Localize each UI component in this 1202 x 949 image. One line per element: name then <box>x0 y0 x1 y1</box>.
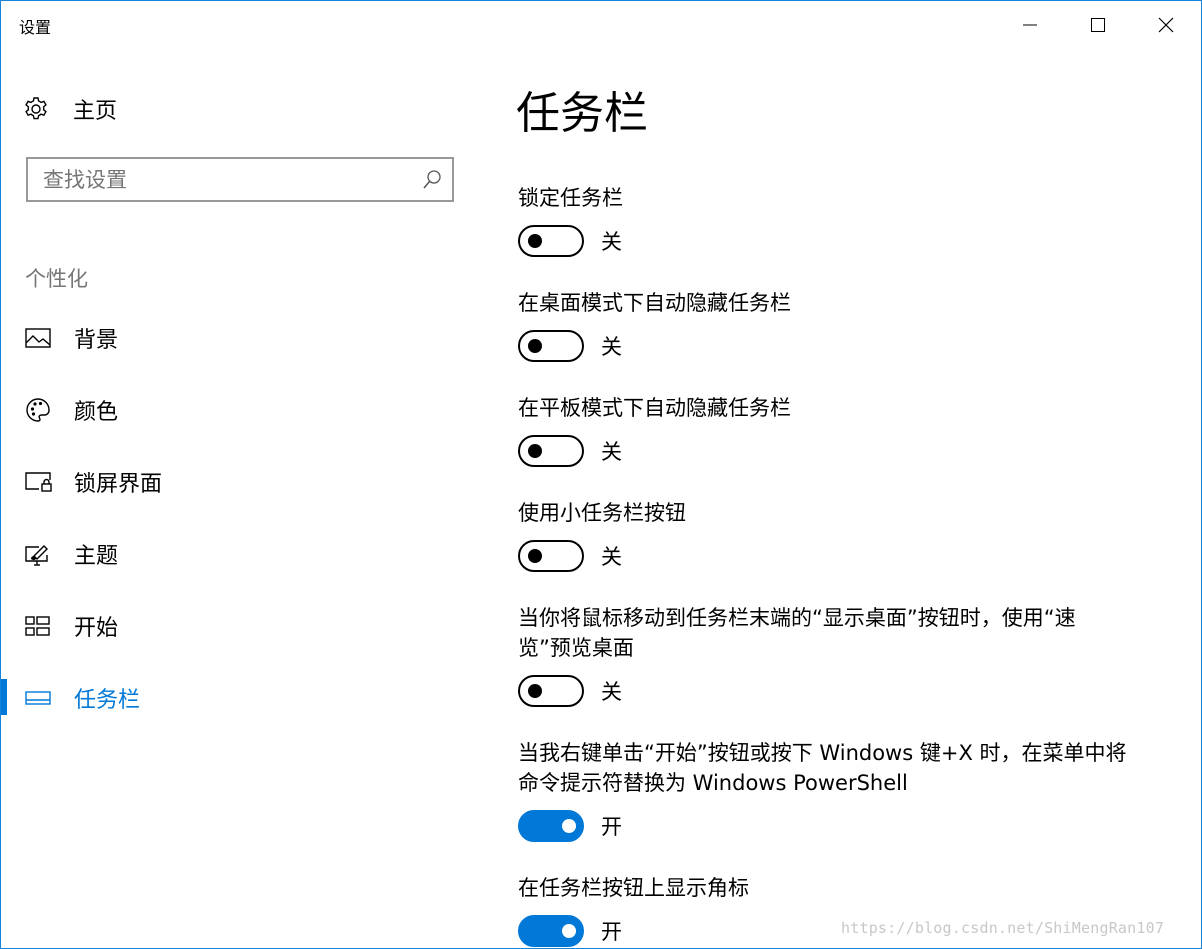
toggle-row: 关 <box>518 435 1158 467</box>
setting-label-line1: 当你将鼠标移动到任务栏末端的“显示桌面”按钮时，使用“速 <box>518 606 1076 630</box>
start-tiles-icon <box>25 611 53 641</box>
close-button[interactable] <box>1132 1 1200 49</box>
palette-icon <box>25 395 53 425</box>
setting-lock-taskbar: 锁定任务栏 关 <box>518 183 1158 257</box>
page-title: 任务栏 <box>516 88 648 139</box>
setting-powershell-replace: 当我右键单击“开始”按钮或按下 Windows 键+X 时，在菜单中将 命令提示… <box>518 738 1158 842</box>
sidebar-item-lock-screen[interactable]: 锁屏界面 <box>1 454 471 510</box>
toggle-knob <box>528 234 542 248</box>
setting-autohide-desktop: 在桌面模式下自动隐藏任务栏 关 <box>518 288 1158 362</box>
sidebar-item-taskbar[interactable]: 任务栏 <box>1 670 471 726</box>
setting-peek-desktop: 当你将鼠标移动到任务栏末端的“显示桌面”按钮时，使用“速 览”预览桌面 关 <box>518 603 1158 707</box>
toggle-switch[interactable] <box>518 915 584 947</box>
toggle-switch[interactable] <box>518 540 584 572</box>
setting-label: 使用小任务栏按钮 <box>518 501 686 525</box>
toggle-knob <box>528 684 542 698</box>
gear-icon <box>23 94 53 124</box>
taskbar-icon <box>25 683 53 713</box>
toggle-row: 关 <box>518 330 1158 362</box>
sidebar-item-label: 颜色 <box>74 400 119 425</box>
toggle-knob <box>528 444 542 458</box>
theme-brush-icon <box>25 539 53 569</box>
search-icon[interactable] <box>422 169 442 191</box>
toggle-knob <box>528 339 542 353</box>
setting-label: 在平板模式下自动隐藏任务栏 <box>518 396 791 420</box>
toggle-state-label: 关 <box>601 440 622 464</box>
setting-small-buttons: 使用小任务栏按钮 关 <box>518 498 1158 572</box>
toggle-knob <box>528 549 542 563</box>
sidebar-item-label: 主题 <box>74 544 119 569</box>
maximize-icon <box>1091 18 1105 32</box>
sidebar-item-label: 任务栏 <box>74 688 141 713</box>
setting-label-line1: 当我右键单击“开始”按钮或按下 Windows 键+X 时，在菜单中将 <box>518 741 1127 765</box>
sidebar-item-colors[interactable]: 颜色 <box>1 382 471 438</box>
sidebar-item-start[interactable]: 开始 <box>1 598 471 654</box>
sidebar-item-background[interactable]: 背景 <box>1 310 471 366</box>
title-bar: 设置 <box>1 1 1201 49</box>
minimize-icon <box>1023 24 1037 26</box>
close-icon <box>1158 17 1174 33</box>
toggle-state-label: 关 <box>601 545 622 569</box>
setting-label-line2: 览”预览桌面 <box>518 636 634 660</box>
sidebar-item-label: 背景 <box>74 328 119 353</box>
setting-label: 在任务栏按钮上显示角标 <box>518 876 749 900</box>
setting-autohide-tablet: 在平板模式下自动隐藏任务栏 关 <box>518 393 1158 467</box>
toggle-knob <box>562 819 576 833</box>
minimize-button[interactable] <box>996 1 1064 49</box>
toggle-switch[interactable] <box>518 225 584 257</box>
toggle-state-label: 关 <box>601 230 622 254</box>
toggle-switch[interactable] <box>518 675 584 707</box>
window-title: 设置 <box>19 18 52 37</box>
toggle-row: 关 <box>518 540 1158 572</box>
search-input[interactable] <box>43 167 403 192</box>
nav-home-label: 主页 <box>73 99 118 124</box>
setting-label: 锁定任务栏 <box>518 186 623 210</box>
maximize-button[interactable] <box>1064 1 1132 49</box>
sidebar-item-label: 锁屏界面 <box>74 472 163 497</box>
sidebar-item-label: 开始 <box>74 616 119 641</box>
search-box[interactable] <box>26 157 454 202</box>
toggle-state-label: 开 <box>601 920 622 944</box>
toggle-state-label: 关 <box>601 680 622 704</box>
sidebar-item-themes[interactable]: 主题 <box>1 526 471 582</box>
section-label-personalization: 个性化 <box>25 267 88 291</box>
toggle-row: 关 <box>518 225 1158 257</box>
toggle-row: 关 <box>518 675 1158 707</box>
nav-home[interactable]: 主页 <box>23 89 463 129</box>
toggle-switch[interactable] <box>518 330 584 362</box>
toggle-state-label: 开 <box>601 815 622 839</box>
toggle-row: 开 <box>518 810 1158 842</box>
toggle-knob <box>562 924 576 938</box>
setting-label-line2: 命令提示符替换为 Windows PowerShell <box>518 771 908 795</box>
lock-screen-icon <box>25 467 53 497</box>
watermark-text: https://blog.csdn.net/ShiMengRan107 <box>841 919 1165 937</box>
settings-window: 设置 主页 查找设置 个性化 背景 颜色 锁屏界面 主题 开始 任务栏 任务栏 … <box>0 0 1202 949</box>
toggle-switch[interactable] <box>518 435 584 467</box>
toggle-switch[interactable] <box>518 810 584 842</box>
toggle-state-label: 关 <box>601 335 622 359</box>
picture-icon <box>25 323 53 353</box>
setting-label: 在桌面模式下自动隐藏任务栏 <box>518 291 791 315</box>
